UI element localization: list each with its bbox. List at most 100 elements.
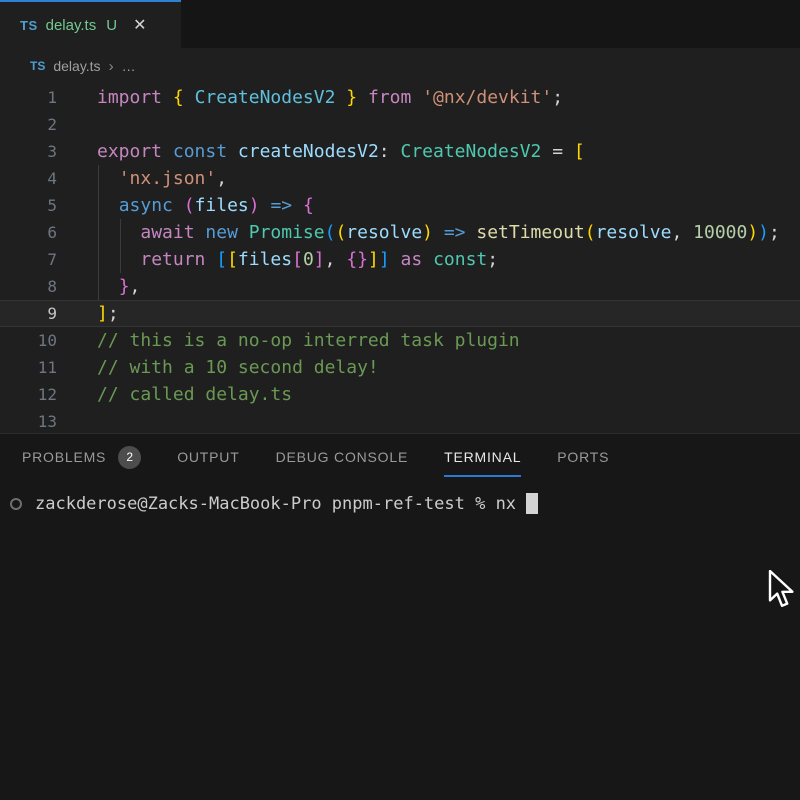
code-line[interactable]: 1import { CreateNodesV2 } from '@nx/devk… (0, 84, 800, 111)
code-token: ] (368, 249, 379, 270)
code-token: ( (184, 195, 195, 216)
breadcrumb[interactable]: TS delay.ts › … (0, 48, 800, 84)
code-text: export const createNodesV2: CreateNodesV… (97, 138, 585, 165)
breadcrumb-filename[interactable]: delay.ts (53, 58, 100, 74)
code-token (97, 249, 140, 270)
code-token: // called delay.ts (97, 384, 292, 405)
code-line[interactable]: 8 }, (0, 273, 800, 300)
code-token: ; (487, 249, 498, 270)
code-token (238, 222, 249, 243)
tab-delay-ts[interactable]: TS delay.ts U ✕ (0, 0, 181, 48)
code-token: , (130, 276, 141, 297)
code-token: } (119, 276, 130, 297)
indent-guide (120, 219, 121, 273)
code-token (162, 141, 173, 162)
panel-tab-label: OUTPUT (177, 434, 239, 480)
code-token: '@nx/devkit' (422, 87, 552, 108)
code-token: resolve (346, 222, 422, 243)
code-token (390, 249, 401, 270)
code-token: ( (585, 222, 596, 243)
code-line[interactable]: 10// this is a no-op interred task plugi… (0, 327, 800, 354)
panel-tab-ports[interactable]: PORTS (557, 434, 609, 480)
panel-tab-label: PROBLEMS (22, 434, 106, 480)
code-token: [ (216, 249, 227, 270)
code-token: => (270, 195, 292, 216)
code-line[interactable]: 11 // with a 10 second delay! (0, 354, 800, 381)
bottom-panel: PROBLEMS 2 OUTPUT DEBUG CONSOLE TERMINAL PORT… (0, 434, 800, 800)
breadcrumb-symbol-ellipsis[interactable]: … (122, 58, 137, 74)
typescript-file-icon: TS (20, 18, 38, 33)
code-line[interactable]: 2 (0, 111, 800, 138)
code-token: files (238, 249, 292, 270)
code-token: files (195, 195, 249, 216)
code-line[interactable]: 3 export const createNodesV2: CreateNodes… (0, 138, 800, 165)
code-token: ) (758, 222, 769, 243)
panel-tab-output[interactable]: OUTPUT (177, 434, 239, 480)
code-token: Promise (249, 222, 325, 243)
command-decoration-icon[interactable] (10, 498, 22, 510)
code-token: import (97, 87, 162, 108)
code-token: from (368, 87, 411, 108)
panel-tab-debug-console[interactable]: DEBUG CONSOLE (276, 434, 409, 480)
panel-tab-terminal[interactable]: TERMINAL (444, 434, 521, 480)
code-token: [ (292, 249, 303, 270)
problems-count-badge: 2 (118, 446, 141, 469)
code-text: import { CreateNodesV2 } from '@nx/devki… (97, 84, 563, 111)
code-token (184, 87, 195, 108)
code-token (195, 222, 206, 243)
code-text: async (files) => { (97, 192, 314, 219)
code-token: await (140, 222, 194, 243)
code-token: 0 (303, 249, 314, 270)
line-number: 11 (0, 358, 57, 377)
code-token (205, 249, 216, 270)
panel-tab-label: DEBUG CONSOLE (276, 434, 409, 480)
code-editor[interactable]: 1import { CreateNodesV2 } from '@nx/devk… (0, 84, 800, 433)
panel-tab-problems[interactable]: PROBLEMS 2 (22, 434, 141, 480)
code-token: ; (108, 303, 119, 324)
code-text: // this is a no-op interred task plugin (97, 327, 520, 354)
line-number: 6 (0, 223, 57, 242)
code-token: async (119, 195, 173, 216)
code-text: 'nx.json', (97, 165, 227, 192)
terminal-prompt-text: zackderose@Zacks-MacBook-Pro pnpm-ref-te… (35, 493, 538, 514)
panel-tab-bar: PROBLEMS 2 OUTPUT DEBUG CONSOLE TERMINAL PORT… (0, 434, 800, 480)
code-token (422, 249, 433, 270)
code-token (466, 222, 477, 243)
code-token: ( (335, 222, 346, 243)
code-token: ; (769, 222, 780, 243)
code-token (292, 195, 303, 216)
panel-tab-label: TERMINAL (444, 434, 521, 480)
line-number: 7 (0, 250, 57, 269)
code-text: return [[files[0], {}]] as const; (97, 246, 498, 273)
code-token (97, 222, 140, 243)
code-line[interactable]: 13 (0, 408, 800, 433)
code-token: ( (325, 222, 336, 243)
code-line[interactable]: 12// called delay.ts (0, 381, 800, 408)
panel-tab-label: PORTS (557, 434, 609, 480)
code-token: ) (747, 222, 758, 243)
code-token (97, 276, 119, 297)
code-token: => (444, 222, 466, 243)
code-token: const (173, 141, 227, 162)
line-number: 5 (0, 196, 57, 215)
code-token: // with a 10 second delay! (97, 357, 379, 378)
terminal-prompt-row[interactable]: zackderose@Zacks-MacBook-Pro pnpm-ref-te… (0, 490, 800, 517)
code-token (260, 195, 271, 216)
code-token: 'nx.json' (119, 168, 217, 189)
code-text: ]; (97, 300, 119, 327)
code-token (227, 141, 238, 162)
code-token: CreateNodesV2 (195, 87, 336, 108)
code-line[interactable]: 5 async (files) => { (0, 192, 800, 219)
code-token: ; (552, 87, 563, 108)
code-line[interactable]: 9]; (0, 300, 800, 327)
line-number: 3 (0, 142, 57, 161)
mouse-cursor (768, 570, 795, 615)
code-line[interactable]: 4 'nx.json', (0, 165, 800, 192)
editor-tab-bar: TS delay.ts U ✕ (0, 0, 800, 48)
code-token: : (379, 141, 401, 162)
git-untracked-badge: U (106, 17, 117, 34)
code-token: resolve (596, 222, 672, 243)
code-token: [ (227, 249, 238, 270)
close-icon[interactable]: ✕ (133, 15, 146, 35)
code-token: as (401, 249, 423, 270)
